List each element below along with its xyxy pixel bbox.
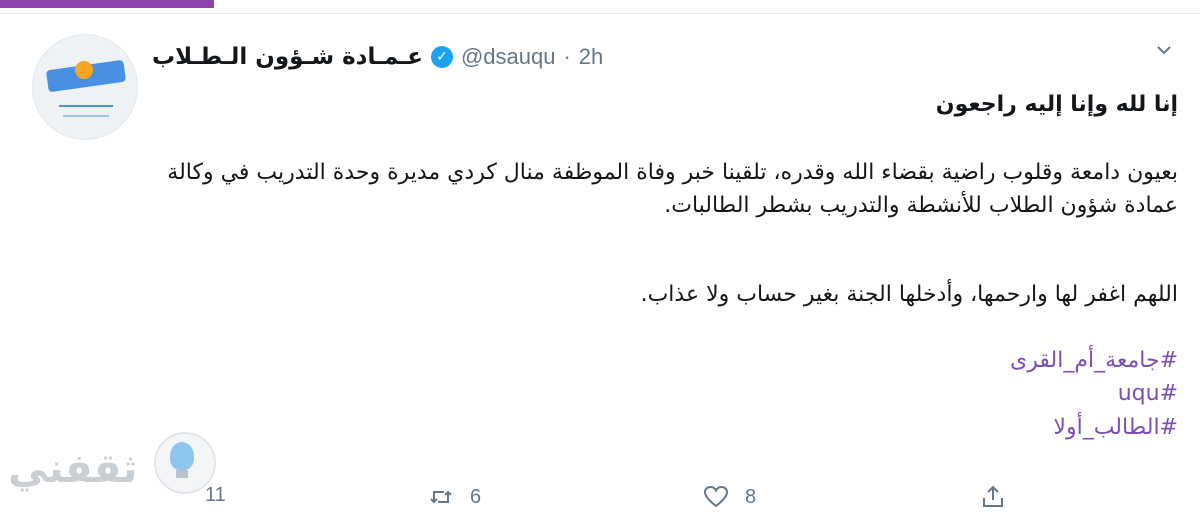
like-button[interactable]: 8	[703, 484, 756, 510]
retweet-button[interactable]: 6	[428, 484, 481, 510]
tweet-time[interactable]: 2h	[579, 44, 603, 70]
retweet-icon	[430, 490, 452, 504]
verified-badge-icon: ✓	[430, 46, 453, 68]
lightbulb-icon	[170, 442, 194, 470]
like-count: 8	[745, 485, 757, 508]
author-name[interactable]: عـمـادة شـؤون الـطـلاب	[152, 44, 423, 70]
avatar-caption-line	[63, 115, 109, 117]
tweet-paragraph: اللهم اغفر لها وارحمها، وأدخلها الجنة بغ…	[640, 282, 1178, 307]
heart-icon	[703, 485, 729, 508]
tweet-paragraph: إنا لله وإنا إليه راجعون	[935, 92, 1178, 117]
hashtag-link[interactable]: #الطالب_أولا	[1010, 411, 1178, 444]
share-button[interactable]	[980, 484, 1006, 510]
reply-count: 11	[205, 484, 226, 506]
avatar-caption-line	[59, 105, 113, 107]
avatar[interactable]	[32, 34, 138, 140]
tweet-header: عـمـادة شـؤون الـطـلاب ✓ @dsauqu · 2h	[152, 40, 603, 74]
share-icon	[983, 485, 1003, 507]
avatar-figure	[75, 61, 93, 79]
retweet-count: 6	[470, 485, 482, 508]
top-divider	[0, 13, 1200, 14]
tweet-actions: 11 6 8	[0, 470, 1200, 526]
hashtag-link[interactable]: #uqu	[1010, 377, 1178, 410]
hashtag-link[interactable]: #جامعة_أم_القرى	[1010, 344, 1178, 377]
reply-button[interactable]: 11	[205, 484, 226, 507]
active-tab-indicator	[0, 0, 214, 8]
chevron-down-icon[interactable]	[1154, 40, 1174, 60]
hashtag-list: #جامعة_أم_القرى #uqu #الطالب_أولا	[1010, 344, 1178, 444]
meta-separator: ·	[563, 44, 571, 69]
author-handle[interactable]: @dsauqu	[461, 44, 556, 70]
tweet-paragraph: بعيون دامعة وقلوب راضية بقضاء الله وقدره…	[167, 160, 1178, 218]
